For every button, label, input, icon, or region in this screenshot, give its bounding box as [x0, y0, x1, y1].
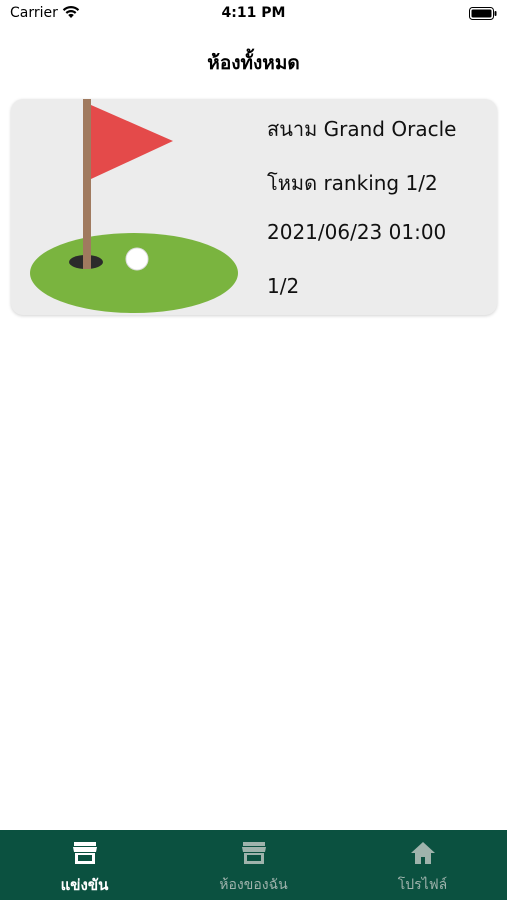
room-mode: โหมด ranking 1/2	[267, 171, 438, 195]
room-datetime: 2021/06/23 01:00	[267, 220, 447, 244]
store-icon	[242, 842, 266, 864]
tab-my-rooms[interactable]: ห้องของฉัน	[169, 830, 338, 900]
tab-label: โปรไฟล์	[397, 877, 448, 893]
tab-label: ห้องของฉัน	[219, 877, 288, 893]
golf-flag-hole-icon	[30, 99, 238, 313]
page-title: ห้องทั้งหมด	[207, 52, 300, 74]
battery-icon	[469, 7, 497, 20]
room-card[interactable]: สนาม Grand Oracle โหมด ranking 1/2 2021/…	[11, 99, 497, 315]
home-icon	[411, 842, 435, 864]
tab-label: แข่งขัน	[60, 876, 109, 894]
tab-bar: แข่งขัน ห้องของฉัน โปรไฟล์	[0, 830, 507, 900]
room-course-name: สนาม Grand Oracle	[267, 117, 457, 141]
tab-competition[interactable]: แข่งขัน	[0, 830, 169, 900]
store-icon	[73, 842, 97, 864]
status-time: 4:11 PM	[221, 5, 286, 21]
tab-profile[interactable]: โปรไฟล์	[338, 830, 507, 900]
room-player-count: 1/2	[267, 274, 300, 298]
status-bar: Carrier 4:11 PM	[0, 0, 507, 28]
